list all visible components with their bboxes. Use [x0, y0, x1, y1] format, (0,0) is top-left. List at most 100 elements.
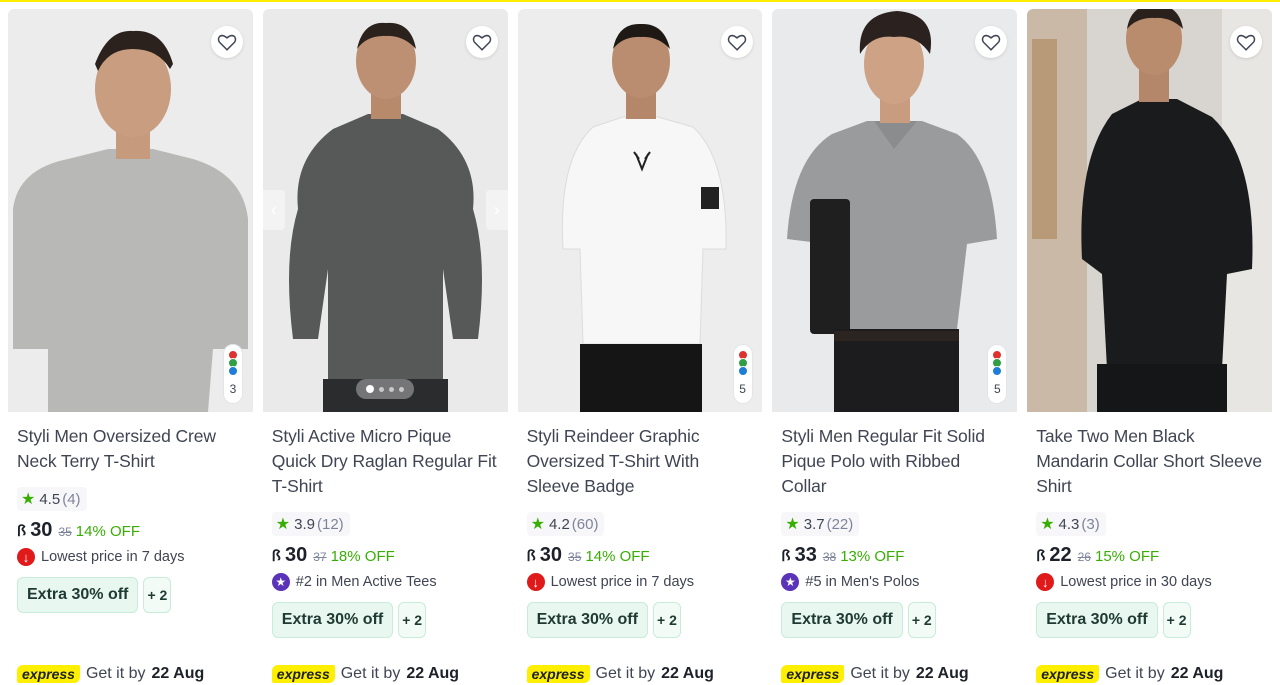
delivery-text: Get it by: [595, 665, 656, 682]
product-image[interactable]: 3: [8, 9, 253, 412]
discount-label: 14% OFF: [585, 548, 650, 565]
carousel-next-button[interactable]: ›: [485, 190, 508, 230]
product-card[interactable]: Take Two Men Black Mandarin Collar Short…: [1027, 9, 1272, 685]
carousel-prev-button[interactable]: ‹: [262, 190, 285, 230]
rating-badge: ★ 3.9 (12): [271, 512, 350, 536]
swatch-count: 5: [994, 382, 1001, 396]
model-photo: [262, 9, 508, 412]
product-title[interactable]: Styli Men Regular Fit Solid Pique Polo w…: [781, 424, 1009, 499]
product-info: Styli Reindeer Graphic Oversized T-Shirt…: [518, 412, 763, 685]
carousel-indicator[interactable]: [355, 379, 414, 399]
heart-icon: [472, 34, 492, 51]
rating-badge: ★ 3.7 (22): [781, 512, 860, 536]
star-rank-icon: ★: [781, 573, 800, 591]
more-offers-tag[interactable]: + 2: [1162, 602, 1191, 638]
offers-row: Extra 30% off + 2: [526, 602, 755, 638]
old-price: 26: [1077, 550, 1091, 564]
swatch-dot: [737, 366, 748, 376]
price-row: ꟗ 30 35 14% OFF: [17, 519, 245, 542]
currency-icon: ꟗ: [781, 548, 791, 565]
extra-offer-tag[interactable]: Extra 30% off: [271, 602, 394, 638]
arrow-down-icon: ↓: [17, 548, 35, 566]
color-swatch-indicator[interactable]: 5: [732, 344, 753, 404]
delivery-info: express Get it by 22 Aug: [781, 665, 969, 683]
swatch-count: 3: [229, 382, 237, 396]
star-icon: ★: [785, 516, 800, 533]
product-image[interactable]: 5: [772, 9, 1018, 412]
product-info: Styli Active Micro Pique Quick Dry Ragla…: [263, 412, 508, 685]
rating-value: 3.9: [294, 515, 315, 533]
star-rank-icon: ★: [271, 573, 290, 591]
delivery-date: 22 Aug: [661, 665, 714, 682]
discount-label: 18% OFF: [330, 548, 395, 565]
price-insight-badge: ↓ Lowest price in 7 days: [526, 573, 755, 591]
delivery-text: Get it by: [1105, 665, 1165, 682]
price-row: ꟗ 22 26 15% OFF: [1036, 544, 1264, 567]
more-offers-tag[interactable]: + 2: [143, 577, 172, 613]
discount-label: 13% OFF: [840, 548, 905, 565]
express-badge: express: [781, 665, 845, 683]
current-price: 22: [1049, 544, 1072, 566]
product-grid: 3 Styli Men Oversized Crew Neck Terry T-…: [8, 9, 1272, 685]
product-card[interactable]: 5 Styli Reindeer Graphic Oversized T-Shi…: [517, 9, 763, 685]
color-swatch-indicator[interactable]: 3: [223, 344, 243, 404]
delivery-info: express Get it by 22 Aug: [526, 665, 714, 683]
currency-icon: ꟗ: [271, 548, 281, 565]
delivery-text: Get it by: [850, 665, 910, 682]
offers-row: Extra 30% off + 2: [17, 577, 245, 613]
product-card[interactable]: 5 Styli Men Regular Fit Solid Pique Polo…: [772, 9, 1018, 685]
wishlist-button[interactable]: [720, 26, 753, 58]
extra-offer-tag[interactable]: Extra 30% off: [526, 602, 648, 638]
star-icon: ★: [275, 516, 291, 533]
product-info: Styli Men Oversized Crew Neck Terry T-Sh…: [8, 412, 253, 685]
wishlist-button[interactable]: [465, 26, 498, 58]
color-swatch-indicator[interactable]: 5: [987, 344, 1008, 404]
more-offers-tag[interactable]: + 2: [907, 602, 936, 638]
product-image[interactable]: ‹ ›: [262, 9, 508, 412]
delivery-text: Get it by: [85, 665, 146, 682]
price-insight-badge: ↓ Lowest price in 30 days: [1036, 573, 1264, 591]
current-price: 30: [539, 544, 563, 566]
heart-icon: [1236, 34, 1256, 51]
carousel-dot[interactable]: [365, 385, 374, 393]
product-title[interactable]: Take Two Men Black Mandarin Collar Short…: [1036, 424, 1264, 499]
more-offers-tag[interactable]: + 2: [398, 602, 427, 638]
delivery-info: express Get it by 22 Aug: [17, 665, 204, 683]
product-card[interactable]: ‹ › Styli Active Micro Pique Quick Dry R…: [262, 9, 508, 685]
express-badge: express: [1036, 665, 1100, 683]
rating-badge: ★ 4.5 (4): [17, 487, 87, 511]
carousel-dot[interactable]: [378, 386, 384, 392]
wishlist-button[interactable]: [211, 26, 243, 58]
offers-row: Extra 30% off + 2: [1036, 602, 1264, 638]
extra-offer-tag[interactable]: Extra 30% off: [781, 602, 903, 638]
product-image[interactable]: [1027, 9, 1272, 412]
rating-value: 4.2: [548, 515, 570, 533]
price-row: ꟗ 33 38 13% OFF: [781, 544, 1009, 567]
discount-label: 14% OFF: [75, 523, 140, 540]
star-icon: ★: [1040, 516, 1055, 533]
more-offers-tag[interactable]: + 2: [652, 602, 681, 638]
heart-icon: [217, 34, 237, 51]
rating-count: (3): [1081, 515, 1100, 533]
currency-icon: ꟗ: [526, 548, 536, 565]
wishlist-button[interactable]: [1230, 26, 1263, 58]
product-title[interactable]: Styli Men Oversized Crew Neck Terry T-Sh…: [17, 424, 245, 474]
currency-icon: ꟗ: [17, 523, 27, 540]
rating-count: (60): [571, 515, 599, 533]
product-card[interactable]: 3 Styli Men Oversized Crew Neck Terry T-…: [8, 9, 253, 685]
product-info: Take Two Men Black Mandarin Collar Short…: [1027, 412, 1272, 685]
product-title[interactable]: Styli Reindeer Graphic Oversized T-Shirt…: [527, 424, 755, 499]
discount-label: 15% OFF: [1094, 548, 1160, 565]
delivery-text: Get it by: [340, 665, 401, 682]
rating-count: (4): [62, 490, 81, 508]
model-photo: [517, 9, 763, 412]
product-image[interactable]: 5: [517, 9, 763, 412]
extra-offer-tag[interactable]: Extra 30% off: [17, 577, 139, 613]
model-photo: [772, 9, 1018, 412]
delivery-date: 22 Aug: [1170, 665, 1224, 682]
carousel-dot[interactable]: [398, 386, 404, 392]
extra-offer-tag[interactable]: Extra 30% off: [1036, 602, 1158, 638]
badge-text: Lowest price in 7 days: [41, 549, 185, 565]
carousel-dot[interactable]: [388, 386, 394, 392]
product-title[interactable]: Styli Active Micro Pique Quick Dry Ragla…: [272, 424, 500, 499]
